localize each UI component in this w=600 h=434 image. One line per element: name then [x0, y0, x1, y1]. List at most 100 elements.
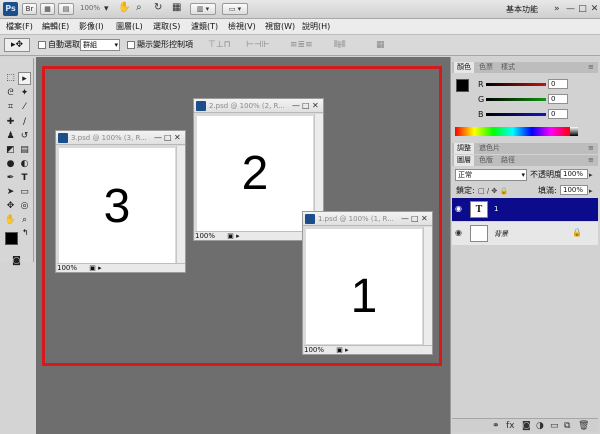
- path-selection-tool-icon[interactable]: ➤: [4, 186, 17, 199]
- menu-help[interactable]: 說明(H): [302, 21, 330, 33]
- marquee-tool-icon[interactable]: ⬚: [4, 72, 17, 85]
- color-foreground-swatch[interactable]: [456, 79, 469, 92]
- tab-swatches[interactable]: 色票: [476, 62, 496, 73]
- zoom-level[interactable]: 100%: [80, 4, 100, 12]
- layer-name[interactable]: 背景: [494, 229, 508, 239]
- workspace-switcher[interactable]: 基本功能: [506, 3, 556, 16]
- adjustment-layer-icon[interactable]: ◑: [536, 421, 544, 431]
- close-button[interactable]: ✕: [588, 3, 600, 15]
- menu-file[interactable]: 檔案(F): [6, 21, 33, 33]
- tab-paths[interactable]: 路徑: [498, 155, 518, 166]
- gradient-tool-icon[interactable]: ▤: [18, 144, 31, 157]
- channel-b-value[interactable]: 0: [548, 109, 568, 119]
- dodge-tool-icon[interactable]: ◐: [18, 158, 31, 171]
- fill-field[interactable]: 100%: [560, 185, 588, 195]
- eraser-tool-icon[interactable]: ◩: [4, 144, 17, 157]
- lasso-tool-icon[interactable]: ᘓ: [4, 87, 17, 100]
- distribute-horizontal-icon[interactable]: ⫴⫵⫴: [334, 40, 346, 50]
- chevron-down-icon: ▾: [114, 41, 118, 49]
- tab-adjustments[interactable]: 調整: [454, 143, 474, 154]
- rotate-view-icon[interactable]: ↻: [154, 3, 162, 13]
- grayscale-ramp[interactable]: [570, 127, 578, 136]
- panel-menu-icon[interactable]: ≡: [588, 62, 594, 73]
- trash-icon[interactable]: 🗑: [578, 421, 589, 431]
- layer-row[interactable]: ◉ 背景 🔒: [452, 222, 598, 245]
- link-layers-icon[interactable]: ⚭: [492, 421, 500, 431]
- opacity-chevron-icon[interactable]: ▸: [589, 170, 593, 180]
- blur-tool-icon[interactable]: ●: [4, 158, 17, 171]
- tab-masks[interactable]: 遮色片: [476, 143, 503, 154]
- menu-filter[interactable]: 濾鏡(T): [191, 21, 218, 33]
- distribute-vertical-icon[interactable]: ≡≣≡: [290, 40, 313, 50]
- color-spectrum-ramp[interactable]: [455, 127, 570, 136]
- zoom-tool-icon[interactable]: ⌕: [18, 214, 31, 227]
- auto-align-icon[interactable]: ▦: [376, 40, 385, 50]
- layer-name[interactable]: 1: [494, 205, 498, 213]
- view-extras-button[interactable]: ▤: [58, 3, 74, 15]
- fill-label: 填滿:: [538, 186, 557, 195]
- quick-mask-icon[interactable]: ◙: [10, 255, 23, 268]
- menu-window[interactable]: 視窗(W): [265, 21, 295, 33]
- channel-r-value[interactable]: 0: [548, 79, 568, 89]
- eye-icon[interactable]: ◉: [455, 204, 462, 214]
- mini-bridge-button[interactable]: ▦: [40, 3, 55, 15]
- tab-channels[interactable]: 色版: [476, 155, 496, 166]
- zoom-tool-icon[interactable]: ⌕: [136, 3, 142, 13]
- opacity-field[interactable]: 100%: [560, 169, 588, 179]
- panel-menu-icon[interactable]: ≡: [588, 143, 594, 154]
- fx-icon[interactable]: fx: [506, 421, 515, 431]
- show-transform-checkbox[interactable]: [127, 41, 135, 49]
- 3d-rotate-tool-icon[interactable]: ✥: [4, 200, 17, 213]
- auto-select-checkbox[interactable]: [38, 41, 46, 49]
- menu-image[interactable]: 影像(I): [79, 21, 104, 33]
- foreground-color-swatch[interactable]: [5, 232, 18, 245]
- healing-brush-tool-icon[interactable]: ✚: [4, 116, 17, 129]
- zoom-dropdown-icon[interactable]: ▾: [104, 4, 109, 14]
- shape-tool-icon[interactable]: ▭: [18, 186, 31, 199]
- channel-g-value[interactable]: 0: [548, 94, 568, 104]
- bridge-button[interactable]: Br: [22, 3, 37, 15]
- eyedropper-tool-icon[interactable]: ⁄: [18, 101, 31, 114]
- align-top-icon[interactable]: ⊤⊥⊓: [208, 40, 231, 50]
- panel-menu-icon[interactable]: ≡: [588, 155, 594, 166]
- arrange-documents-button[interactable]: ▥ ▾: [190, 3, 216, 15]
- channel-r-slider[interactable]: [486, 83, 546, 86]
- brush-tool-icon[interactable]: ∕: [18, 116, 31, 129]
- screen-mode-button[interactable]: ▭ ▾: [222, 3, 248, 15]
- auto-select-value: 群組: [83, 41, 97, 49]
- tab-layers[interactable]: 圖層: [454, 155, 474, 166]
- menu-layer[interactable]: 圖層(L): [116, 21, 143, 33]
- new-layer-icon[interactable]: ⧉: [564, 421, 570, 431]
- menu-edit[interactable]: 編輯(E): [42, 21, 69, 33]
- add-mask-icon[interactable]: ◙: [522, 421, 531, 431]
- auto-select-dropdown[interactable]: 群組 ▾: [80, 39, 120, 51]
- pen-tool-icon[interactable]: ✒: [4, 172, 17, 185]
- history-brush-tool-icon[interactable]: ↺: [18, 130, 31, 143]
- tab-color[interactable]: 顏色: [454, 62, 474, 73]
- menu-select[interactable]: 選取(S): [153, 21, 180, 33]
- blend-mode-dropdown[interactable]: 正常 ▾: [455, 169, 527, 181]
- hand-tool-icon[interactable]: ✋: [118, 3, 130, 13]
- eye-icon[interactable]: ◉: [455, 228, 462, 238]
- grid-icon[interactable]: ▦: [172, 3, 181, 13]
- fill-chevron-icon[interactable]: ▸: [589, 186, 593, 196]
- app-title-bar: Ps Br ▦ ▤ 100% ▾ ✋ ⌕ ↻ ▦ ▥ ▾ ▭ ▾ 基本功能 » …: [0, 0, 600, 19]
- lock-options-icon[interactable]: □ ∕ ✥ 🔒: [478, 186, 508, 196]
- tab-styles[interactable]: 樣式: [498, 62, 518, 73]
- tool-preset-picker[interactable]: ▸✥: [4, 38, 30, 52]
- layer-row-selected[interactable]: ◉ T 1: [452, 198, 598, 221]
- swap-colors-icon[interactable]: ↰: [22, 228, 29, 237]
- channel-g-slider[interactable]: [486, 98, 546, 101]
- hand-tool-icon[interactable]: ✋: [4, 214, 17, 227]
- menu-view[interactable]: 檢視(V): [228, 21, 256, 33]
- magic-wand-tool-icon[interactable]: ✦: [18, 87, 31, 100]
- crop-tool-icon[interactable]: ⌗: [4, 101, 17, 114]
- workspace-dropdown-icon[interactable]: »: [554, 4, 560, 14]
- move-tool-icon[interactable]: ▸: [18, 72, 31, 85]
- channel-b-slider[interactable]: [486, 113, 546, 116]
- 3d-orbit-tool-icon[interactable]: ◎: [18, 200, 31, 213]
- clone-stamp-tool-icon[interactable]: ♟: [4, 130, 17, 143]
- type-tool-icon[interactable]: T: [18, 172, 31, 185]
- align-left-icon[interactable]: ⊢⊣⊩: [246, 40, 270, 50]
- group-folder-icon[interactable]: ▭: [550, 421, 559, 431]
